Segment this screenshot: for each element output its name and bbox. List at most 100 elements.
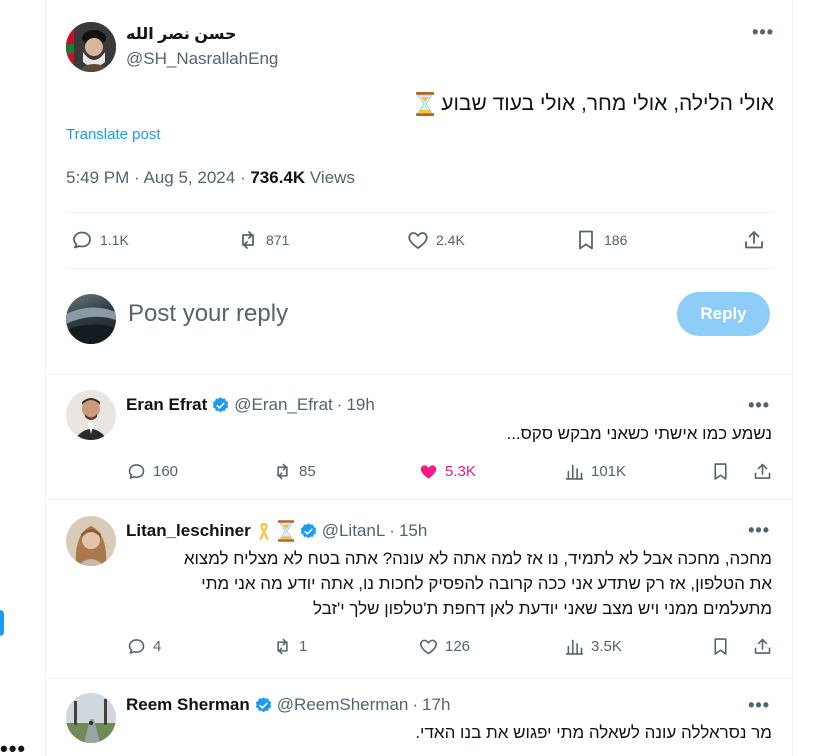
share-action[interactable] bbox=[742, 228, 766, 252]
verified-badge-icon bbox=[213, 396, 229, 412]
like-count: 126 bbox=[445, 638, 471, 655]
like-action[interactable]: 2.4K bbox=[406, 228, 465, 252]
meta-separator: · bbox=[336, 395, 343, 414]
bookmark-action[interactable]: 186 bbox=[574, 228, 627, 252]
verified-badge-icon bbox=[255, 696, 271, 712]
yellow-ribbon-icon bbox=[258, 523, 269, 540]
tweet-time[interactable]: 5:49 PM bbox=[66, 168, 129, 187]
current-user-avatar[interactable] bbox=[66, 294, 116, 344]
bookmark-icon bbox=[714, 463, 727, 480]
bookmark-action[interactable] bbox=[710, 636, 731, 657]
hourglass-icon bbox=[277, 520, 294, 542]
reply-count: 4 bbox=[153, 638, 162, 655]
heart-filled-icon bbox=[420, 465, 437, 479]
like-action[interactable]: 5.3K bbox=[418, 461, 476, 482]
reply-avatar[interactable] bbox=[66, 516, 116, 566]
reply-icon bbox=[73, 231, 91, 249]
reply-input[interactable]: Post your reply bbox=[128, 300, 288, 328]
like-count: 5.3K bbox=[445, 463, 476, 480]
hourglass-icon bbox=[415, 92, 435, 116]
repost-count: 85 bbox=[299, 463, 316, 480]
share-action[interactable] bbox=[752, 461, 773, 482]
reply-actions: 160 85 5.3K 101K bbox=[126, 461, 772, 485]
views-chart-icon bbox=[565, 639, 584, 655]
reply-author-name[interactable]: Eran Efrat bbox=[126, 395, 207, 415]
reply-author-name[interactable]: Reem Sherman bbox=[126, 695, 250, 715]
reply-text-line: מחכה, מחכה אבל לא לתמיד, נו אז למה אתה ל… bbox=[183, 549, 772, 568]
reply-author-handle[interactable]: @ReemSherman bbox=[277, 695, 409, 715]
reply-actions: 4 1 126 3.5K bbox=[126, 636, 772, 660]
views-count: 101K bbox=[591, 463, 627, 480]
reply-text-line: את הטלפון, אז רק שתדע אני ככה קרובה להפס… bbox=[201, 574, 772, 593]
reply-author-handle[interactable]: @LitanL bbox=[322, 521, 386, 541]
views-count: 736.4K bbox=[250, 168, 306, 187]
tweet-meta: 5:49 PM · Aug 5, 2024 · 736.4K Views bbox=[66, 168, 355, 188]
views-count: 3.5K bbox=[591, 638, 622, 655]
like-action[interactable]: 126 bbox=[418, 636, 470, 657]
reply-avatar[interactable] bbox=[66, 693, 116, 743]
reply-button[interactable]: Reply bbox=[677, 292, 770, 336]
tweet-text: אולי הלילה, אולי מחר, אולי בעוד שבוע bbox=[415, 92, 774, 116]
repost-icon bbox=[277, 638, 288, 655]
share-icon bbox=[754, 638, 771, 654]
tweet-actions: 1.1K 871 2.4K 186 bbox=[66, 222, 774, 258]
timeline-column: حسن نصر الله @SH_NasrallahEng ••• אולי ה… bbox=[45, 0, 793, 756]
divider bbox=[66, 268, 774, 269]
reply-author-handle[interactable]: @Eran_Efrat bbox=[234, 395, 333, 415]
reply-text-line: מתעלמים ממני ויש מצב שאני יודעת לאן דחפת… bbox=[313, 599, 772, 618]
reply-action[interactable]: 4 bbox=[126, 636, 161, 657]
left-edge-indicator bbox=[0, 610, 4, 636]
repost-action[interactable]: 1 bbox=[272, 636, 307, 657]
reply-text: נשמע כמו אישתי כשאני מבקש סקס... bbox=[506, 424, 772, 443]
more-options-icon[interactable]: ••• bbox=[748, 520, 770, 541]
more-options-icon[interactable]: ••• bbox=[748, 695, 770, 716]
author-name[interactable]: حسن نصر الله bbox=[126, 24, 237, 44]
repost-action[interactable]: 85 bbox=[272, 461, 316, 482]
reply-time[interactable]: 19h bbox=[346, 395, 374, 415]
meta-separator: · bbox=[412, 695, 419, 714]
reply-tweet[interactable]: Reem Sherman @ReemSherman · 17h ••• מר נ… bbox=[46, 678, 792, 756]
views-label: Views bbox=[309, 168, 355, 187]
more-options-icon[interactable]: ••• bbox=[748, 395, 770, 416]
meta-separator: · bbox=[134, 168, 144, 187]
heart-icon bbox=[408, 232, 428, 249]
meta-separator: · bbox=[389, 521, 395, 540]
views-action[interactable]: 101K bbox=[564, 461, 626, 482]
reply-count: 1.1K bbox=[100, 232, 129, 248]
bookmark-count: 186 bbox=[604, 232, 628, 248]
share-action[interactable] bbox=[752, 636, 773, 657]
tweet-date[interactable]: Aug 5, 2024 bbox=[144, 168, 236, 187]
reply-header: Reem Sherman @ReemSherman · 17h bbox=[126, 695, 450, 715]
reply-time[interactable]: 15h bbox=[399, 521, 427, 541]
repost-action[interactable]: 871 bbox=[236, 228, 289, 252]
reply-header: Litan_leschiner @LitanL · 15h bbox=[126, 520, 427, 542]
reply-tweet[interactable]: Litan_leschiner @LitanL · 15h ••• מחכה, … bbox=[46, 499, 792, 677]
reply-tweet[interactable]: Eran Efrat @Eran_Efrat · 19h ••• נשמע כמ… bbox=[46, 374, 792, 498]
share-icon bbox=[754, 463, 771, 479]
reply-time[interactable]: 17h bbox=[422, 695, 450, 715]
divider bbox=[66, 212, 774, 213]
reply-author-name[interactable]: Litan_leschiner bbox=[126, 521, 251, 541]
author-avatar[interactable] bbox=[66, 22, 116, 72]
heart-icon bbox=[420, 639, 437, 655]
reply-icon bbox=[128, 639, 145, 654]
views-action[interactable]: 3.5K bbox=[564, 636, 622, 657]
translate-post-link[interactable]: Translate post bbox=[66, 126, 161, 143]
reply-text: מר נסראללה עונה לשאלה מתי יפגוש את בנו ה… bbox=[415, 723, 772, 742]
reply-icon bbox=[128, 464, 145, 479]
bookmark-icon bbox=[579, 230, 593, 250]
verified-badge-icon bbox=[300, 522, 316, 538]
reply-action[interactable]: 160 bbox=[126, 461, 178, 482]
repost-count: 871 bbox=[266, 232, 290, 248]
reply-action[interactable]: 1.1K bbox=[70, 228, 129, 252]
author-handle[interactable]: @SH_NasrallahEng bbox=[126, 49, 278, 69]
reply-header: Eran Efrat @Eran_Efrat · 19h bbox=[126, 395, 375, 415]
share-icon bbox=[745, 231, 763, 249]
more-options-icon[interactable]: ••• bbox=[752, 22, 774, 43]
bookmark-action[interactable] bbox=[710, 461, 731, 482]
repost-icon bbox=[242, 231, 254, 249]
reply-avatar[interactable] bbox=[66, 390, 116, 440]
repost-count: 1 bbox=[299, 638, 308, 655]
reply-count: 160 bbox=[153, 463, 179, 480]
more-menu-icon[interactable]: ••• bbox=[0, 736, 26, 756]
